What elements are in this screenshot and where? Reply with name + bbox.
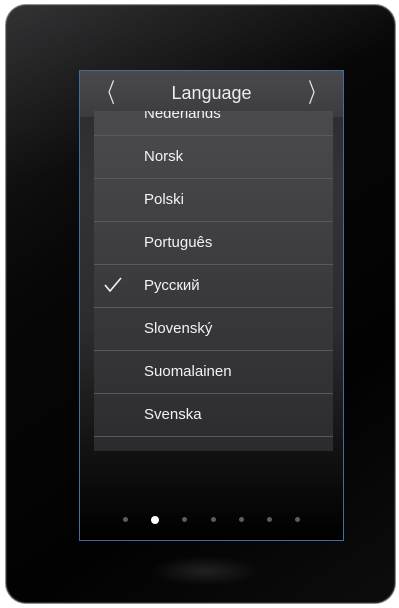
- language-label: Norsk: [144, 148, 184, 165]
- bezel-sensor-area: [150, 556, 260, 586]
- page-dot[interactable]: [123, 517, 129, 522]
- language-item-russian[interactable]: Pусский: [94, 265, 333, 308]
- language-list[interactable]: Nederlands Norsk Polski Português Pусски…: [94, 111, 333, 451]
- language-item-suomalainen[interactable]: Suomalainen: [94, 351, 333, 394]
- page-dot[interactable]: [294, 517, 300, 522]
- language-label: Slovenský: [144, 320, 213, 337]
- language-item-slovensky[interactable]: Slovenský: [94, 308, 333, 351]
- language-label: Português: [144, 234, 213, 251]
- checkmark-icon: [104, 277, 122, 293]
- language-item-norsk[interactable]: Norsk: [94, 136, 333, 179]
- language-item-polski[interactable]: Polski: [94, 179, 333, 222]
- page-indicator: [80, 509, 343, 524]
- page-dot[interactable]: [266, 517, 272, 522]
- page-dot[interactable]: [182, 517, 188, 522]
- page-title: Language: [171, 83, 252, 103]
- language-item-portugues[interactable]: Português: [94, 222, 333, 265]
- page-dot[interactable]: [210, 517, 216, 522]
- language-item-svenska[interactable]: Svenska: [94, 394, 333, 437]
- language-label: Svenska: [144, 406, 202, 423]
- page-dot-active[interactable]: [151, 515, 160, 524]
- language-label: Pусский: [144, 277, 200, 294]
- chevron-right-icon[interactable]: 〉: [308, 79, 324, 109]
- language-label: Nederlands: [144, 111, 221, 122]
- language-label: Polski: [144, 191, 185, 208]
- language-item-nederlands[interactable]: Nederlands: [94, 111, 333, 136]
- page-dot[interactable]: [238, 517, 244, 522]
- touch-screen: 〈 Language 〉 Nederlands Norsk Polski Por…: [79, 70, 344, 541]
- language-label: Suomalainen: [144, 363, 232, 380]
